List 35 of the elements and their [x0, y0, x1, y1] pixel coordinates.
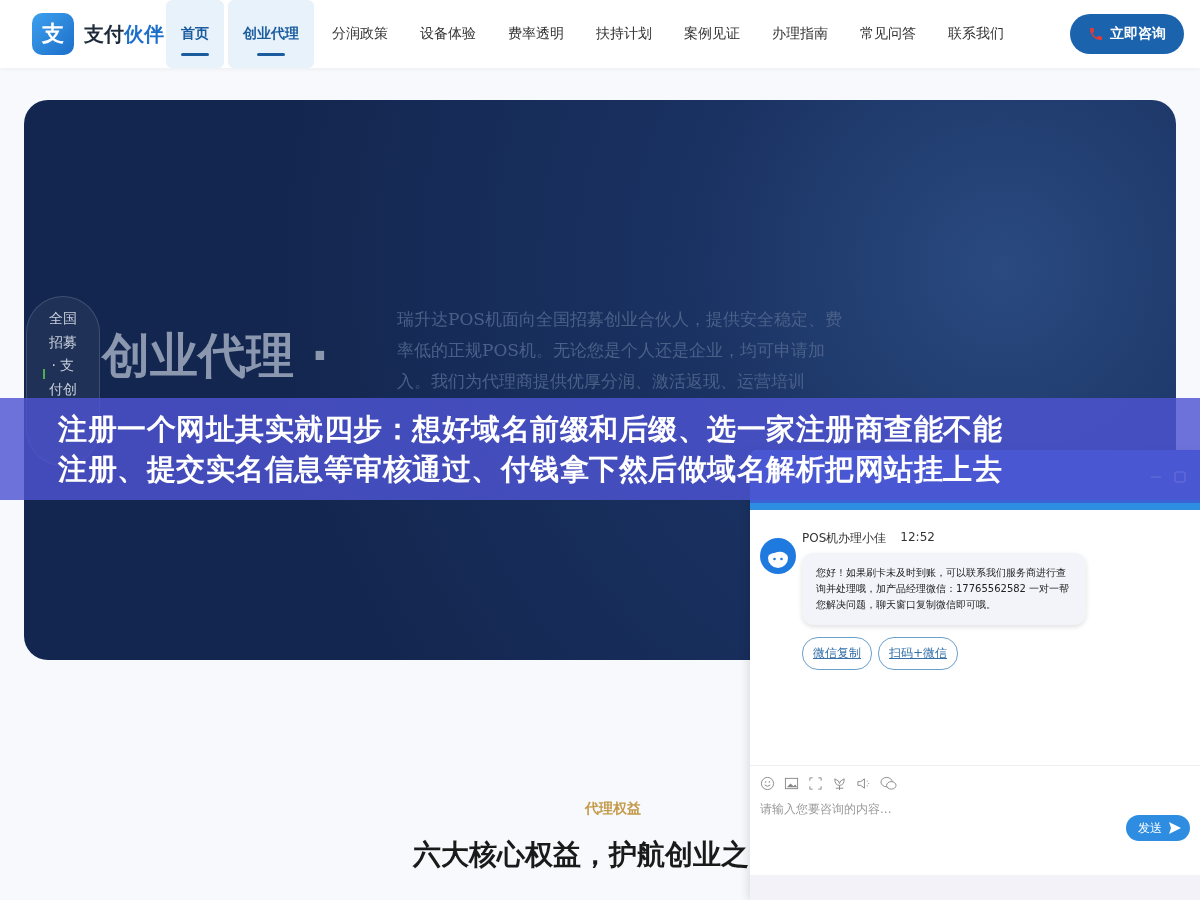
emoji-icon[interactable] [760, 776, 775, 791]
agent-name: POS机办理小佳 [802, 530, 887, 547]
logo-mark[interactable]: 支 [32, 13, 74, 55]
avatar-icon [760, 538, 796, 574]
nav-link[interactable]: 联系我们 [934, 0, 1018, 68]
flower-icon[interactable] [832, 776, 847, 791]
screenshot-icon[interactable] [808, 776, 823, 791]
message-input[interactable]: 请输入您要咨询的内容... [760, 797, 1126, 875]
phone-icon [1088, 26, 1104, 42]
caption-line: 注册、提交实名信息等审核通过、付钱拿下然后做域名解析把网站挂上去 [58, 451, 1002, 488]
consult-button[interactable]: 立即咨询 [1070, 14, 1184, 54]
quick-reply-link[interactable]: 微信复制 [802, 637, 872, 670]
quick-reply-link[interactable]: 扫码+微信 [878, 637, 959, 670]
nav-link[interactable]: 扶持计划 [582, 0, 666, 68]
section-eyebrow: 代理权益 [583, 800, 641, 818]
nav-link[interactable]: 案例见证 [670, 0, 754, 68]
message-time: 12:52 [900, 530, 935, 546]
logo-text[interactable]: 支付伙伴 [84, 20, 164, 48]
image-icon[interactable] [784, 776, 799, 791]
speaker-icon[interactable] [856, 776, 871, 791]
nav-link[interactable]: 办理指南 [758, 0, 842, 68]
wechat-icon[interactable] [880, 776, 897, 791]
caption-line: 注册一个网址其实就四步：想好域名前缀和后缀、选一家注册商查能不能 [58, 411, 1002, 448]
message-bubble: 您好！如果刷卡未及时到账，可以联系我们服务商进行查询并处理哦，加产品经理微信：17765562582 一对一帮您解决问题，聊天窗口复制微信即可哦。 [802, 553, 1086, 625]
nav-link[interactable]: 费率透明 [494, 0, 578, 68]
hero-title: 创业代理 · [102, 326, 329, 385]
nav-link[interactable]: 常见问答 [846, 0, 930, 68]
section-heading: 六大核心权益，护航创业之 [413, 837, 749, 873]
nav-link[interactable]: 分润政策 [318, 0, 402, 68]
badge-text: 全国招募 · 支付创 [49, 309, 77, 399]
nav-link[interactable]: 创业代理 [228, 0, 314, 68]
send-icon [1168, 821, 1182, 835]
send-button[interactable]: 发送 [1126, 815, 1190, 841]
nav-link[interactable]: 设备体验 [406, 0, 490, 68]
nav-link[interactable]: 首页 [166, 0, 224, 68]
